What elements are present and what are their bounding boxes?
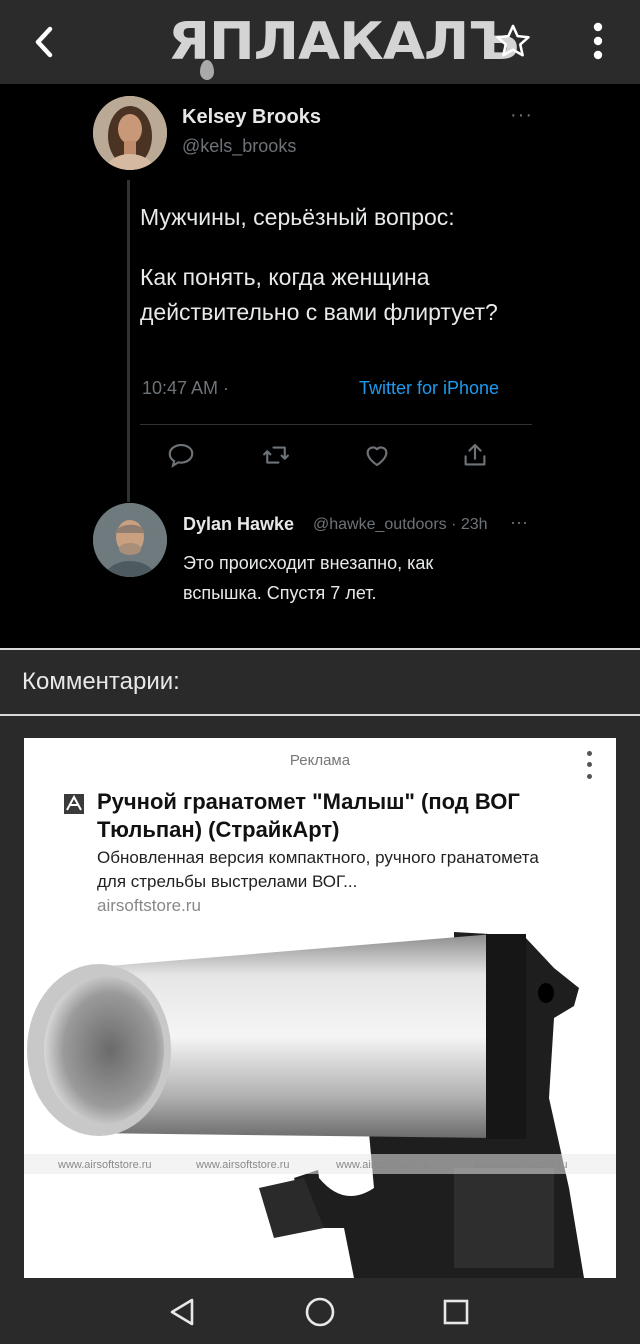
nav-home-icon: [305, 1297, 335, 1327]
ad-menu-button[interactable]: [578, 748, 600, 782]
reply-icon: [168, 443, 194, 468]
logo-drop-icon: [200, 60, 214, 80]
avatar: [93, 96, 167, 170]
system-nav-bar: [0, 1278, 640, 1344]
watermark-text: www.airsoftstore.ru: [195, 1159, 290, 1171]
tweet-author-name: Kelsey Brooks: [182, 106, 321, 128]
reply-text: Это происходит внезапно, как вспышка. Сп…: [183, 553, 434, 603]
tweet-screenshot: Kelsey Brooks @kels_brooks ··· Мужчины, …: [0, 84, 640, 648]
ad-description: Обновленная версия компактного, ручного …: [97, 848, 539, 891]
avatar-portrait: [93, 96, 167, 170]
tweet-time: 10:47 AM ·: [142, 378, 230, 398]
ad-label: Реклама: [289, 752, 351, 769]
avatar: [93, 503, 167, 577]
retweet-icon: [263, 446, 289, 464]
tweet-source: Twitter for iPhone: [359, 378, 500, 398]
app-screen: ЯПЛАКАЛЪ Kelsey Brooks @kels_brooks ··· …: [0, 0, 640, 1344]
comments-title: Комментарии:: [22, 668, 180, 695]
star-icon: [496, 24, 530, 57]
back-arrow-icon: [35, 26, 53, 58]
overflow-menu-button[interactable]: [578, 18, 618, 64]
reply-meta: @hawke_outdoors · 23h: [313, 516, 488, 533]
kebab-menu-icon: [586, 751, 592, 757]
thread-line: [127, 180, 130, 502]
nav-home-button[interactable]: [300, 1292, 340, 1332]
ad-domain[interactable]: airsoftstore.ru: [97, 896, 201, 916]
ad-favicon-icon: [64, 794, 84, 814]
watermark-text: www.airsoftstore.ru: [473, 1159, 568, 1171]
tweet-body: Как понять, когда женщина действительно …: [140, 264, 498, 325]
divider: [0, 714, 640, 716]
site-logo[interactable]: ЯПЛАКАЛЪ: [168, 10, 520, 80]
avatar-portrait: [93, 503, 167, 577]
nav-back-icon: [170, 1298, 194, 1326]
reply-author-name: Dylan Hawke: [183, 514, 295, 534]
ad-product-image[interactable]: www.airsoftstore.ru www.airsoftstore.ru …: [24, 928, 616, 1278]
kebab-menu-icon: [593, 22, 603, 60]
logo-text: ЯПЛАКАЛЪ: [168, 12, 520, 72]
nav-back-button[interactable]: [162, 1292, 202, 1332]
tweet-author-handle: @kels_brooks: [182, 136, 297, 156]
top-app-bar: ЯПЛАКАЛЪ: [0, 0, 640, 84]
share-icon: [464, 443, 486, 466]
divider: [140, 424, 532, 425]
nav-recents-button[interactable]: [436, 1292, 476, 1332]
divider: [0, 648, 640, 650]
favorite-button[interactable]: [490, 18, 536, 64]
nav-recents-icon: [443, 1299, 469, 1325]
tweet-more-icon: ···: [510, 104, 533, 126]
watermark-text: www.airsoftstore.ru: [57, 1159, 152, 1171]
like-icon: [366, 446, 388, 467]
back-button[interactable]: [22, 20, 66, 64]
tweet-actions: [140, 436, 532, 472]
ad-title[interactable]: Ручной гранатомет "Малыш" (под ВОГ Тюльп…: [97, 788, 567, 844]
ad-card[interactable]: Реклама Ручной гранатомет "Малыш" (под В…: [24, 738, 616, 1278]
watermark-text: www.airsoftstore.ru: [335, 1159, 430, 1171]
tweet-question: Мужчины, серьёзный вопрос:: [140, 204, 455, 230]
reply-more-icon: ···: [510, 512, 528, 532]
